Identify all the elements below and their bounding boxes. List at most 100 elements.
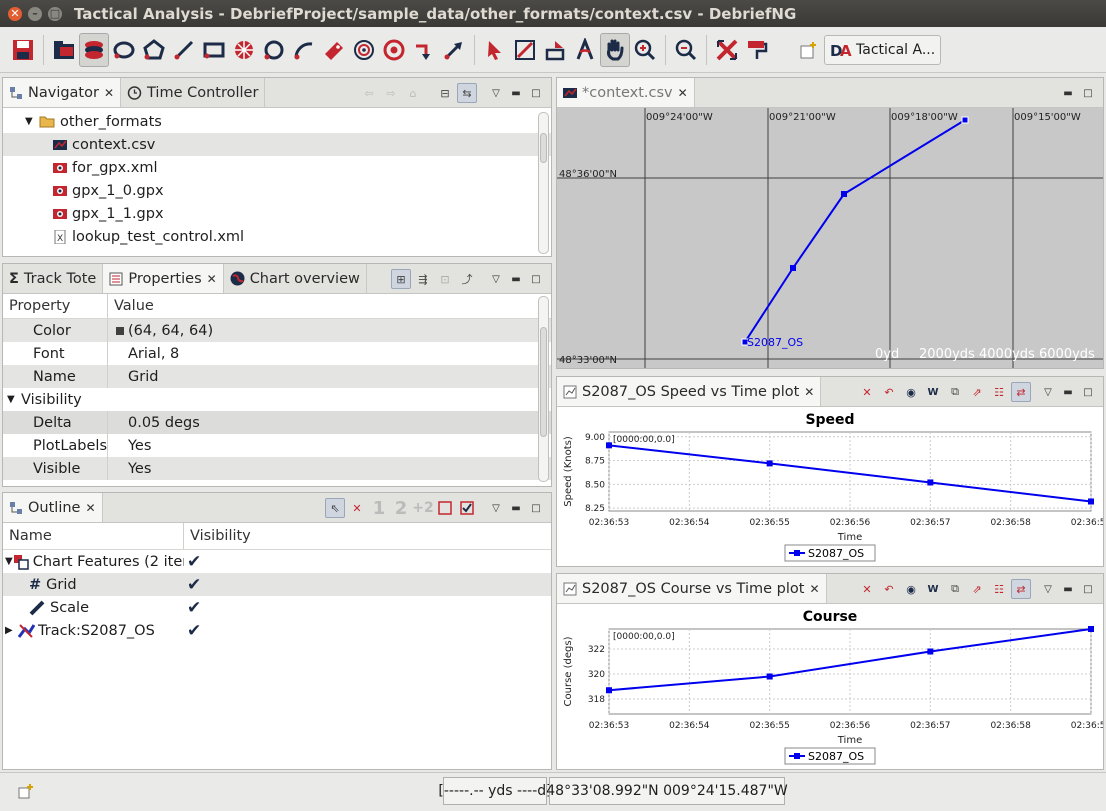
speed-chart[interactable]: Speed 02:36:53 02:36:54 02:36:55 02:36:56 02:…	[557, 407, 1103, 566]
outline-row-chart-features[interactable]: ▼ Chart Features (2 items) ✔	[3, 550, 551, 573]
course-chart[interactable]: Course 02:36:53 02:36:54 02:36:55 02:36:56 02…	[557, 604, 1103, 769]
view-menu-icon[interactable]: ▽	[487, 274, 505, 285]
vector-tool-icon[interactable]	[439, 33, 469, 67]
tree-file[interactable]: for_gpx.xml	[3, 156, 551, 179]
paint-roller-icon[interactable]	[742, 33, 772, 67]
pan-hand-icon[interactable]	[600, 32, 630, 67]
property-row-delta[interactable]: Delta 0.05 degs	[3, 411, 551, 434]
line-tool-icon[interactable]	[169, 33, 199, 67]
perspective-button[interactable]: DA Tactical A...	[824, 34, 942, 65]
clock-icon[interactable]: ◉	[901, 382, 921, 402]
drag-feature-icon[interactable]	[540, 33, 570, 67]
back-arrow-icon[interactable]: ⇦	[359, 83, 379, 103]
property-row-visibility[interactable]: ▼ Visibility	[3, 388, 551, 411]
expand-all-icon[interactable]: ✕	[347, 498, 367, 518]
label-tool-icon[interactable]	[319, 33, 349, 67]
export-icon[interactable]: ⇗	[967, 579, 987, 599]
ellipse-tool-icon[interactable]	[109, 33, 139, 67]
maximize-icon[interactable]: □	[527, 88, 545, 99]
fit-to-window-icon[interactable]	[712, 33, 742, 67]
minimize-icon[interactable]: ▬	[1059, 88, 1077, 99]
link-with-editor-icon[interactable]: ⇆	[457, 83, 477, 103]
switch-axes-icon[interactable]: ↶	[879, 382, 899, 402]
target-tool-icon[interactable]	[379, 33, 409, 67]
track-point[interactable]	[841, 191, 847, 197]
bearing-tool-icon[interactable]	[409, 33, 439, 67]
track-point[interactable]	[961, 116, 969, 124]
visible-check-icon[interactable]: ✔	[184, 575, 201, 595]
close-icon[interactable]: ✕	[85, 501, 95, 515]
tab-chart-overview[interactable]: Chart overview	[224, 264, 367, 293]
tab-time-controller[interactable]: Time Controller	[121, 78, 266, 107]
property-row-visible[interactable]: Visible Yes	[3, 457, 551, 480]
property-row-color[interactable]: Color (64, 64, 64)	[3, 319, 551, 342]
expand-arrow-icon[interactable]: ▼	[5, 556, 13, 567]
outline-row-track[interactable]: ▶ Track:S2087_OS ✔	[3, 619, 551, 642]
sync-icon[interactable]: ⇄	[1011, 579, 1031, 599]
tree-file[interactable]: context.csv	[3, 133, 551, 156]
select-tool-icon[interactable]	[480, 33, 510, 67]
tab-track-tote[interactable]: Σ Track Tote	[3, 264, 104, 293]
tree-folder[interactable]: ▼ other_formats	[3, 110, 551, 133]
expand-arrow-icon[interactable]: ▼	[7, 394, 21, 405]
expand-arrow-icon[interactable]: ▶	[5, 625, 17, 636]
copy-icon[interactable]: ⧉	[945, 382, 965, 402]
switch-axes-icon[interactable]: ↶	[879, 579, 899, 599]
properties-icon[interactable]: ☷	[989, 382, 1009, 402]
tab-course-plot[interactable]: S2087_OS Course vs Time plot ✕	[557, 574, 827, 603]
minimize-icon[interactable]: ▬	[1059, 387, 1077, 398]
clock-icon[interactable]: ◉	[901, 579, 921, 599]
view-menu-icon[interactable]: ▽	[487, 503, 505, 514]
categories-icon[interactable]: ⊞	[391, 269, 411, 289]
select-pointer-icon[interactable]: ⇖	[325, 498, 345, 518]
visible-check-icon[interactable]: ✔	[184, 598, 201, 618]
export-wmf-icon[interactable]: W	[923, 382, 943, 402]
track-point[interactable]	[790, 265, 796, 271]
fit-to-window-icon[interactable]: ✕	[857, 382, 877, 402]
export-wmf-icon[interactable]: W	[923, 579, 943, 599]
zoom-out-icon[interactable]	[671, 33, 701, 67]
save-icon[interactable]	[8, 33, 38, 67]
minimize-icon[interactable]: ▬	[507, 274, 525, 285]
outline-row-scale[interactable]: Scale ✔	[3, 596, 551, 619]
window-maximize-button[interactable]: □	[48, 6, 62, 21]
minimize-icon[interactable]: ▬	[507, 88, 525, 99]
close-icon[interactable]: ✕	[809, 582, 819, 596]
arc-tool-icon[interactable]	[289, 33, 319, 67]
map-canvas[interactable]: 009°24'00"W 009°21'00"W 009°18'00"W 009°…	[557, 108, 1103, 368]
forward-arrow-icon[interactable]: ⇨	[381, 83, 401, 103]
tab-context-csv[interactable]: *context.csv ✕	[557, 78, 695, 107]
fit-to-window-icon[interactable]: ✕	[857, 579, 877, 599]
maximize-icon[interactable]: □	[527, 503, 545, 514]
new-view-icon[interactable]	[18, 783, 34, 799]
level-2-icon[interactable]: 2	[391, 498, 411, 519]
drag-segment-icon[interactable]	[510, 33, 540, 67]
close-icon[interactable]: ✕	[207, 272, 217, 286]
show-checkbox-icon[interactable]	[457, 498, 477, 518]
advanced-icon[interactable]: ⊡	[435, 269, 455, 289]
expand-arrow-icon[interactable]: ▼	[25, 116, 39, 127]
sync-icon[interactable]: ⇄	[1011, 382, 1031, 402]
property-row-name[interactable]: Name Grid	[3, 365, 551, 388]
minimize-icon[interactable]: ▬	[507, 503, 525, 514]
window-close-button[interactable]: ✕	[8, 6, 22, 21]
zoom-in-icon[interactable]	[630, 33, 660, 67]
tab-navigator[interactable]: Navigator ✕	[3, 78, 122, 107]
minimize-icon[interactable]: ▬	[1059, 584, 1077, 595]
view-menu-icon[interactable]: ▽	[487, 88, 505, 99]
close-icon[interactable]: ✕	[104, 86, 114, 100]
pin-icon[interactable]: ⤴	[457, 269, 477, 289]
view-menu-icon[interactable]: ▽	[1039, 584, 1057, 595]
filter-icon[interactable]: ⇶	[413, 269, 433, 289]
maximize-icon[interactable]: □	[1079, 88, 1097, 99]
level-1-icon[interactable]: 1	[369, 498, 389, 519]
properties-icon[interactable]: ☷	[989, 579, 1009, 599]
maximize-icon[interactable]: □	[1079, 584, 1097, 595]
hide-checkbox-icon[interactable]	[435, 498, 455, 518]
circle-tool-icon[interactable]	[259, 33, 289, 67]
outline-row-grid[interactable]: # Grid ✔	[3, 573, 551, 596]
tree-file[interactable]: gpx_1_0.gpx	[3, 179, 551, 202]
maximize-icon[interactable]: □	[1079, 387, 1097, 398]
track-label[interactable]: S2087_OS	[747, 336, 803, 349]
tab-outline[interactable]: Outline ✕	[3, 493, 103, 522]
